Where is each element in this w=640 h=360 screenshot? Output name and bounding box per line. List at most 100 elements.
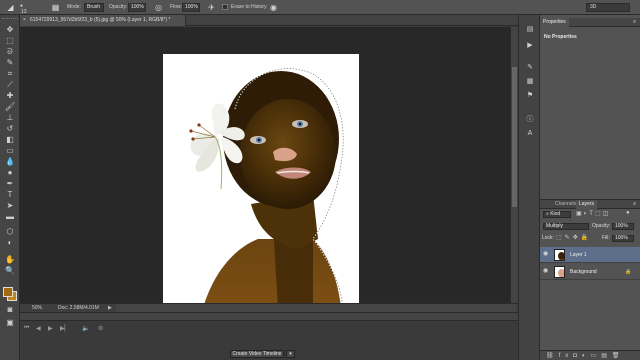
flow-label: Flow: (170, 4, 182, 10)
visibility-eye-icon[interactable]: ◉ (543, 268, 549, 274)
tab-properties[interactable]: Properties (540, 18, 569, 27)
tools-panel: ✥ ⬚ ᘐ ✎ ⌗ ⟋ ✚ 🖌 ⊥ ↺ ◧ ▭ 💧 ● ✒ T ➤ ▬ ⬡ ◐ … (0, 15, 20, 360)
horizontal-scrollbar[interactable] (116, 304, 516, 312)
eraser-tool-icon-active[interactable]: ◧ (5, 135, 15, 145)
layers-menu-icon[interactable]: ≡ (633, 200, 636, 209)
filter-kind-select[interactable]: ⌕ Kind (543, 211, 571, 218)
layer-filter-icons[interactable]: ▣◐T⬚◫ (576, 210, 610, 217)
flow-field[interactable]: 100% (182, 3, 200, 12)
move-tool-icon[interactable]: ✥ (5, 25, 15, 35)
zoom-tool-icon[interactable]: 🔍 (5, 266, 15, 276)
workspace-switcher[interactable]: 3D (586, 3, 630, 12)
mode-label: Mode: (67, 4, 81, 10)
brush-panel-toggle-icon[interactable]: ▦ (50, 2, 61, 13)
create-video-timeline-button[interactable]: Create Video Timeline (230, 350, 284, 358)
opacity-field[interactable]: 100% (128, 3, 146, 12)
lock-icons[interactable]: ⬚✎✥🔒 (556, 234, 591, 241)
gradient-tool-icon[interactable]: ▭ (5, 146, 15, 156)
play-icon[interactable]: ▶ (48, 325, 53, 332)
canvas-area[interactable] (20, 27, 518, 308)
quick-select-tool-icon[interactable]: ✎ (5, 58, 15, 68)
background-thumbnail (554, 266, 565, 278)
blend-mode-select[interactable]: Multiply (543, 223, 589, 230)
mode-select[interactable]: Brush (84, 3, 104, 12)
first-frame-icon[interactable]: ⏮ (24, 325, 29, 332)
tools-grip[interactable] (2, 18, 18, 21)
brush-tool-icon[interactable]: 🖌 (5, 102, 15, 112)
healing-brush-tool-icon[interactable]: ✚ (5, 91, 15, 101)
layer-opacity-field[interactable]: 100% (612, 223, 634, 230)
pressure-opacity-icon[interactable]: ◎ (153, 2, 164, 13)
actions-panel-icon[interactable]: ▶ (525, 41, 535, 51)
fill-field[interactable]: 100% (612, 235, 634, 242)
scrollbar-thumb[interactable] (512, 67, 517, 207)
marquee-tool-icon[interactable]: ⬚ (5, 36, 15, 46)
timeline-panel: ⏮ ◀ ▶ ▶▏ 🔈 ⚙ Create Video Timeline ▾ (20, 312, 518, 360)
layer-actions-icons[interactable]: ⛓fx◘◐▭▤🗑 (546, 352, 625, 359)
visibility-eye-icon[interactable]: ◉ (543, 251, 549, 257)
erase-to-history-checkbox[interactable] (222, 4, 228, 10)
pressure-size-icon[interactable]: ◉ (268, 2, 279, 13)
layer-row-layer-1[interactable]: ◉ Layer 1 (540, 247, 640, 263)
collapsed-panel-icons: ▤ ▶ ✎ ▦ ⚑ ⓘ A (518, 15, 540, 360)
audio-icon[interactable]: 🔈 (82, 325, 89, 332)
layers-footer: ⛓fx◘◐▭▤🗑 (540, 350, 640, 360)
3d-camera-tool-icon[interactable]: ◐ (5, 238, 15, 248)
clone-stamp-tool-icon[interactable]: ⊥ (5, 113, 15, 123)
history-brush-tool-icon[interactable]: ↺ (5, 124, 15, 134)
erase-to-history-label: Erase to History (231, 4, 267, 10)
next-frame-icon[interactable]: ▶▏ (60, 325, 69, 332)
status-menu-arrow-icon[interactable]: ▶ (108, 305, 112, 311)
zoom-level[interactable]: 50% (32, 305, 42, 311)
brush-panel-icon[interactable]: ✎ (525, 63, 535, 73)
opacity-label: Opacity: (109, 4, 128, 10)
timeline-settings-icon[interactable]: ⚙ (98, 325, 103, 332)
document-info: Doc: 2.58M/4.01M (58, 305, 99, 311)
status-bar: 50% Doc: 2.58M/4.01M ▶ (20, 303, 518, 312)
pen-tool-icon[interactable]: ✒ (5, 179, 15, 189)
tool-presets-icon[interactable]: ⚑ (525, 91, 535, 101)
eyedropper-tool-icon[interactable]: ⟋ (5, 80, 15, 90)
eraser-tool-icon[interactable]: ◢ (5, 2, 16, 13)
dodge-tool-icon[interactable]: ● (5, 168, 15, 178)
lock-label: Lock: (542, 235, 554, 241)
info-panel-icon[interactable]: ⓘ (525, 115, 535, 125)
properties-panel: Properties ≡ No Properties (540, 15, 640, 200)
layer-1-thumbnail (554, 249, 565, 261)
layer-name: Layer 1 (570, 252, 587, 258)
no-properties-text: No Properties (544, 34, 577, 40)
path-select-tool-icon[interactable]: ➤ (5, 201, 15, 211)
options-bar: ◢ ● 13 ▦ Mode: Brush Opacity: 100% ◎ Flo… (0, 0, 640, 15)
screen-mode-icon[interactable]: ▣ (5, 318, 15, 328)
panel-menu-icon[interactable]: ≡ (633, 18, 636, 27)
type-tool-icon[interactable]: T (5, 190, 15, 200)
timeline-mode-dropdown[interactable]: ▾ (286, 350, 295, 358)
filter-toggle-icon[interactable]: ● (626, 210, 630, 216)
lasso-tool-icon[interactable]: ᘐ (5, 47, 15, 57)
crop-tool-icon[interactable]: ⌗ (5, 69, 15, 79)
tab-layers[interactable]: Layers (576, 200, 598, 209)
airbrush-icon[interactable]: ✈ (206, 2, 217, 13)
brush-preset-picker[interactable]: ● 13 (20, 2, 34, 15)
shape-tool-icon[interactable]: ▬ (5, 212, 15, 222)
document-tab[interactable]: × 6154729913_957d2b5f23_b (5).jpg @ 50% … (20, 15, 186, 26)
document-canvas[interactable] (163, 54, 359, 308)
brush-presets-icon[interactable]: ▦ (525, 77, 535, 87)
hand-tool-icon[interactable]: ✋ (5, 255, 15, 265)
previous-frame-icon[interactable]: ◀ (36, 325, 41, 332)
lock-icon: 🔒 (625, 269, 632, 275)
3d-tool-icon[interactable]: ⬡ (5, 227, 15, 237)
foreground-color-swatch[interactable] (3, 287, 13, 297)
blur-tool-icon[interactable]: 💧 (5, 157, 15, 167)
portrait-image (163, 54, 359, 308)
history-panel-icon[interactable]: ▤ (525, 25, 535, 35)
layer-row-background[interactable]: ◉ Background 🔒 (540, 264, 640, 280)
document-tab-bar: × 6154729913_957d2b5f23_b (5).jpg @ 50% … (20, 15, 518, 26)
document-tab-title: 6154729913_957d2b5f23_b (5).jpg @ 50% (L… (30, 17, 171, 23)
vertical-scrollbar[interactable] (510, 27, 518, 303)
properties-tab-bar: Properties ≡ (540, 18, 640, 27)
filter-kind-label: Kind (550, 211, 561, 217)
character-panel-icon[interactable]: A (525, 129, 535, 139)
quick-mask-icon[interactable]: ◙ (5, 305, 15, 315)
close-tab-icon[interactable]: × (23, 15, 26, 26)
